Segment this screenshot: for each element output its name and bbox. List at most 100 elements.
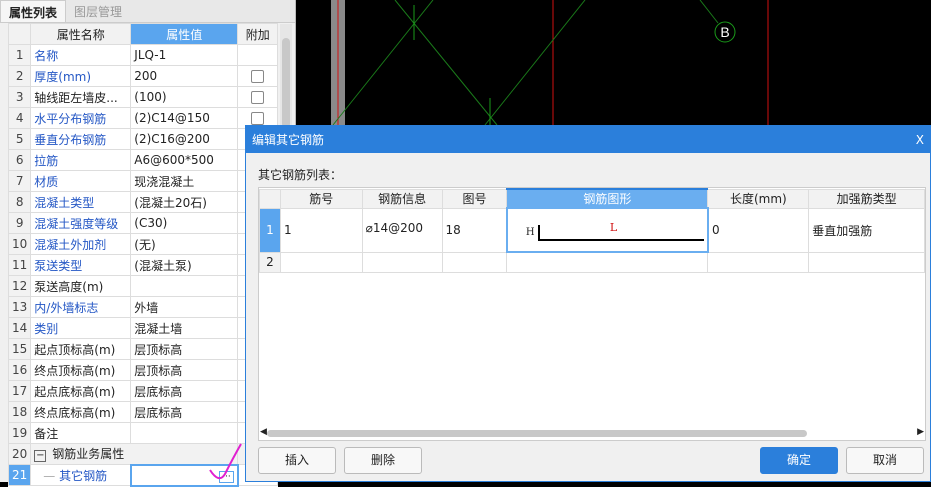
col-rebar-info: 钢筋信息 (361, 188, 443, 209)
collapse-toggle[interactable]: − (34, 450, 47, 463)
prop-name: 泵送高度(m) (30, 275, 132, 297)
property-row[interactable]: 5 垂直分布钢筋 (2)C16@200 (7, 128, 279, 150)
prop-name: 终点顶标高(m) (30, 359, 132, 381)
property-row[interactable]: 16 终点顶标高(m) 层顶标高 (7, 359, 279, 381)
axis-label: B (720, 24, 729, 40)
shape-no-cell[interactable]: 18 (441, 207, 508, 253)
rebar-shape-cell[interactable]: H L (505, 207, 709, 253)
row-number: 20 (7, 443, 32, 465)
prop-value[interactable]: 层顶标高 (130, 338, 239, 360)
row-number: 8 (7, 191, 32, 213)
property-row[interactable]: 10 混凝土外加剂 (无) (7, 233, 279, 255)
reinforce-type-cell[interactable]: 垂直加强筋 (808, 207, 925, 253)
shape-no-cell[interactable] (441, 251, 508, 273)
property-row[interactable]: 1 名称 JLQ-1 (7, 44, 279, 66)
length-cell[interactable] (707, 251, 810, 273)
row-number: 1 (7, 44, 32, 66)
bar-no-cell[interactable] (279, 251, 363, 273)
prop-value[interactable]: 层底标高 (130, 380, 239, 402)
axis-line (394, 0, 498, 126)
prop-name: 内/外墙标志 (30, 296, 132, 318)
prop-value[interactable]: 现浇混凝土 (130, 170, 239, 192)
property-row[interactable]: 9 混凝土强度等级 (C30) (7, 212, 279, 234)
row-number: 7 (7, 170, 32, 192)
property-row[interactable]: 6 拉筋 A6@600*500 (7, 149, 279, 171)
tab-property-list[interactable]: 属性列表 (0, 0, 67, 22)
delete-button[interactable]: 删除 (344, 447, 422, 474)
row-number: 1 (259, 207, 281, 253)
cancel-button[interactable]: 取消 (846, 447, 924, 474)
prop-value[interactable]: (2)C16@200 (130, 128, 239, 150)
prop-value[interactable]: (混凝土泵) (130, 254, 239, 276)
table-row[interactable]: 1 1 ⌀14@200 18 H L 0 垂直加强筋 (259, 207, 925, 253)
row-number: 19 (7, 422, 32, 444)
prop-value[interactable]: A6@600*500 (130, 149, 239, 171)
axis-line (484, 0, 586, 126)
length-cell[interactable]: 0 (707, 207, 810, 253)
row-number: 17 (7, 380, 32, 402)
row-number: 3 (7, 86, 32, 108)
prop-value[interactable]: 层顶标高 (130, 359, 239, 381)
property-row[interactable]: 13 内/外墙标志 外墙 (7, 296, 279, 318)
prop-name: 备注 (30, 422, 132, 444)
bar-no-cell[interactable]: 1 (279, 207, 363, 253)
insert-button[interactable]: 插入 (258, 447, 336, 474)
property-row[interactable]: 3 轴线距左墙皮... (100) (7, 86, 279, 108)
prop-value[interactable]: (混凝土20石) (130, 191, 239, 213)
rebar-info-cell[interactable]: ⌀14@200 (361, 207, 443, 253)
prop-name: 混凝土外加剂 (30, 233, 132, 255)
prop-name: 类别 (30, 317, 132, 339)
extra-checkbox[interactable] (251, 112, 265, 125)
property-row[interactable]: 14 类别 混凝土墙 (7, 317, 279, 339)
rebar-info-cell[interactable] (361, 251, 443, 273)
row-number: 15 (7, 338, 32, 360)
prop-value[interactable]: (2)C14@150 (130, 107, 239, 129)
shape-h-label: H (525, 227, 535, 238)
vertical-scrollbar[interactable] (280, 24, 292, 134)
rebar-shape-cell[interactable] (506, 251, 709, 273)
prop-name: 轴线距左墙皮... (30, 86, 132, 108)
tab-layer-management[interactable]: 图层管理 (66, 0, 130, 22)
ok-button[interactable]: 确定 (760, 447, 838, 474)
row-number: 13 (7, 296, 32, 318)
col-length: 长度(mm) (707, 188, 810, 209)
extra-checkbox[interactable] (251, 70, 265, 83)
col-reinforce-type: 加强筋类型 (808, 188, 925, 209)
table-row[interactable]: 2 (259, 251, 925, 273)
prop-name: 起点底标高(m) (30, 380, 132, 402)
property-row[interactable]: 15 起点顶标高(m) 层顶标高 (7, 338, 279, 360)
pen-annotation-check (209, 443, 242, 480)
property-row[interactable]: 4 水平分布钢筋 (2)C14@150 (7, 107, 279, 129)
prop-name: 混凝土类型 (30, 191, 132, 213)
prop-value[interactable]: 混凝土墙 (130, 317, 239, 339)
list-label: 其它钢筋列表： (258, 168, 343, 182)
row-number: 10 (7, 233, 32, 255)
property-row[interactable]: 17 起点底标高(m) 层底标高 (7, 380, 279, 402)
prop-value[interactable] (130, 275, 239, 297)
prop-value[interactable]: (100) (130, 86, 239, 108)
prop-value[interactable]: 外墙 (130, 296, 239, 318)
prop-value[interactable]: 200 (130, 65, 239, 87)
col-bar-no: 筋号 (279, 188, 363, 209)
row-number: 14 (7, 317, 32, 339)
prop-value[interactable]: 层底标高 (130, 401, 239, 423)
close-icon[interactable]: X (916, 133, 924, 147)
col-rebar-shape: 钢筋图形 (506, 188, 709, 209)
horizontal-scrollbar[interactable]: ◀ ▶ (259, 427, 925, 440)
property-table: 属性名称 属性值 附加 1 名称 JLQ-1 2 厚度(mm) 200 3 轴线距左墙皮... (1… (7, 23, 279, 487)
property-row[interactable]: 2 厚度(mm) 200 (7, 65, 279, 87)
reinforce-type-cell[interactable] (808, 251, 925, 273)
prop-name: 其它钢筋 (59, 468, 108, 483)
property-row[interactable]: 8 混凝土类型 (混凝土20石) (7, 191, 279, 213)
prop-value[interactable]: (C30) (130, 212, 239, 234)
property-row[interactable]: 7 材质 现浇混凝土 (7, 170, 279, 192)
prop-value[interactable]: JLQ-1 (130, 44, 239, 66)
row-number: 4 (7, 107, 32, 129)
property-row[interactable]: 18 终点底标高(m) 层底标高 (7, 401, 279, 423)
property-row[interactable]: 12 泵送高度(m) (7, 275, 279, 297)
row-number: 11 (7, 254, 32, 276)
property-row[interactable]: 11 泵送类型 (混凝土泵) (7, 254, 279, 276)
prop-value[interactable]: (无) (130, 233, 239, 255)
extra-checkbox[interactable] (251, 91, 265, 104)
rebar-grid: 筋号 钢筋信息 图号 钢筋图形 长度(mm) 加强筋类型 1 1 ⌀14@200… (258, 187, 926, 441)
